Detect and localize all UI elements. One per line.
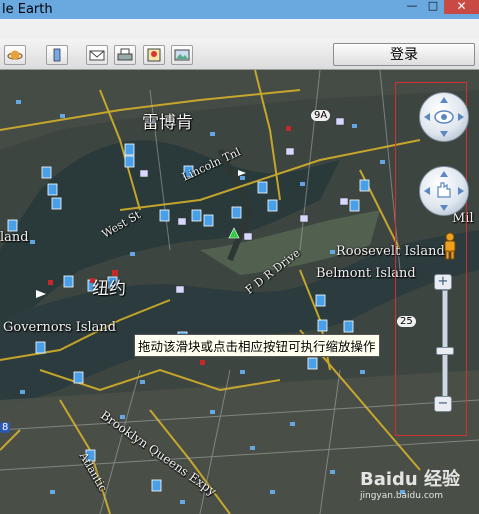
email-icon bbox=[89, 50, 105, 61]
route-9a-shield: 9A bbox=[311, 110, 331, 121]
print-button[interactable] bbox=[114, 45, 136, 65]
menu-bar-area bbox=[0, 19, 479, 39]
map-label-land: land bbox=[0, 230, 29, 245]
satellite-map-view[interactable]: 雷博肯 Lincoln Tnl West St F D R Drive Roos… bbox=[0, 70, 479, 514]
route-278-shield: 8 bbox=[0, 422, 11, 433]
zoom-slider-tooltip: 拖动该滑块或点击相应按钮可执行缩放操作 bbox=[134, 334, 380, 357]
baidu-watermark: Baidu 经验 jingyan.baidu.com bbox=[360, 465, 460, 501]
hand-icon bbox=[424, 171, 464, 211]
zoom-out-button[interactable]: − bbox=[434, 396, 452, 412]
print-icon bbox=[117, 48, 133, 61]
zoom-slider-track[interactable] bbox=[442, 290, 448, 402]
image-icon bbox=[174, 49, 190, 61]
zoom-in-button[interactable]: + bbox=[434, 274, 452, 290]
sidebar-button[interactable] bbox=[46, 45, 68, 65]
image-button[interactable] bbox=[171, 45, 193, 65]
planet-icon bbox=[7, 50, 23, 60]
watermark-url: jingyan.baidu.com bbox=[360, 491, 444, 501]
google-maps-icon bbox=[147, 48, 161, 62]
sidebar-icon bbox=[53, 48, 61, 62]
email-button[interactable] bbox=[86, 45, 108, 65]
maximize-button[interactable]: □ bbox=[424, 0, 442, 12]
login-button[interactable]: 登录 bbox=[333, 43, 475, 66]
planet-button[interactable] bbox=[4, 45, 26, 65]
title-bar: le Earth — □ ✕ bbox=[0, 0, 479, 20]
toolbar: 登录 bbox=[0, 39, 479, 70]
watermark-logo: Baidu 经验 bbox=[360, 469, 461, 490]
google-maps-button[interactable] bbox=[143, 45, 165, 65]
minimize-button[interactable]: — bbox=[402, 0, 422, 12]
close-button[interactable]: ✕ bbox=[444, 0, 479, 14]
eye-icon bbox=[424, 97, 464, 137]
zoom-slider-thumb[interactable] bbox=[436, 347, 454, 356]
window-title: le Earth bbox=[2, 2, 53, 17]
look-control[interactable] bbox=[419, 92, 469, 142]
map-label-chongqing: 雷博肯 bbox=[142, 113, 193, 133]
move-control[interactable] bbox=[419, 166, 469, 216]
map-label-niuyue: 纽约 bbox=[92, 279, 126, 299]
map-label-governors-island: Governors Island bbox=[3, 320, 117, 335]
street-view-pegman-icon[interactable] bbox=[441, 232, 459, 260]
